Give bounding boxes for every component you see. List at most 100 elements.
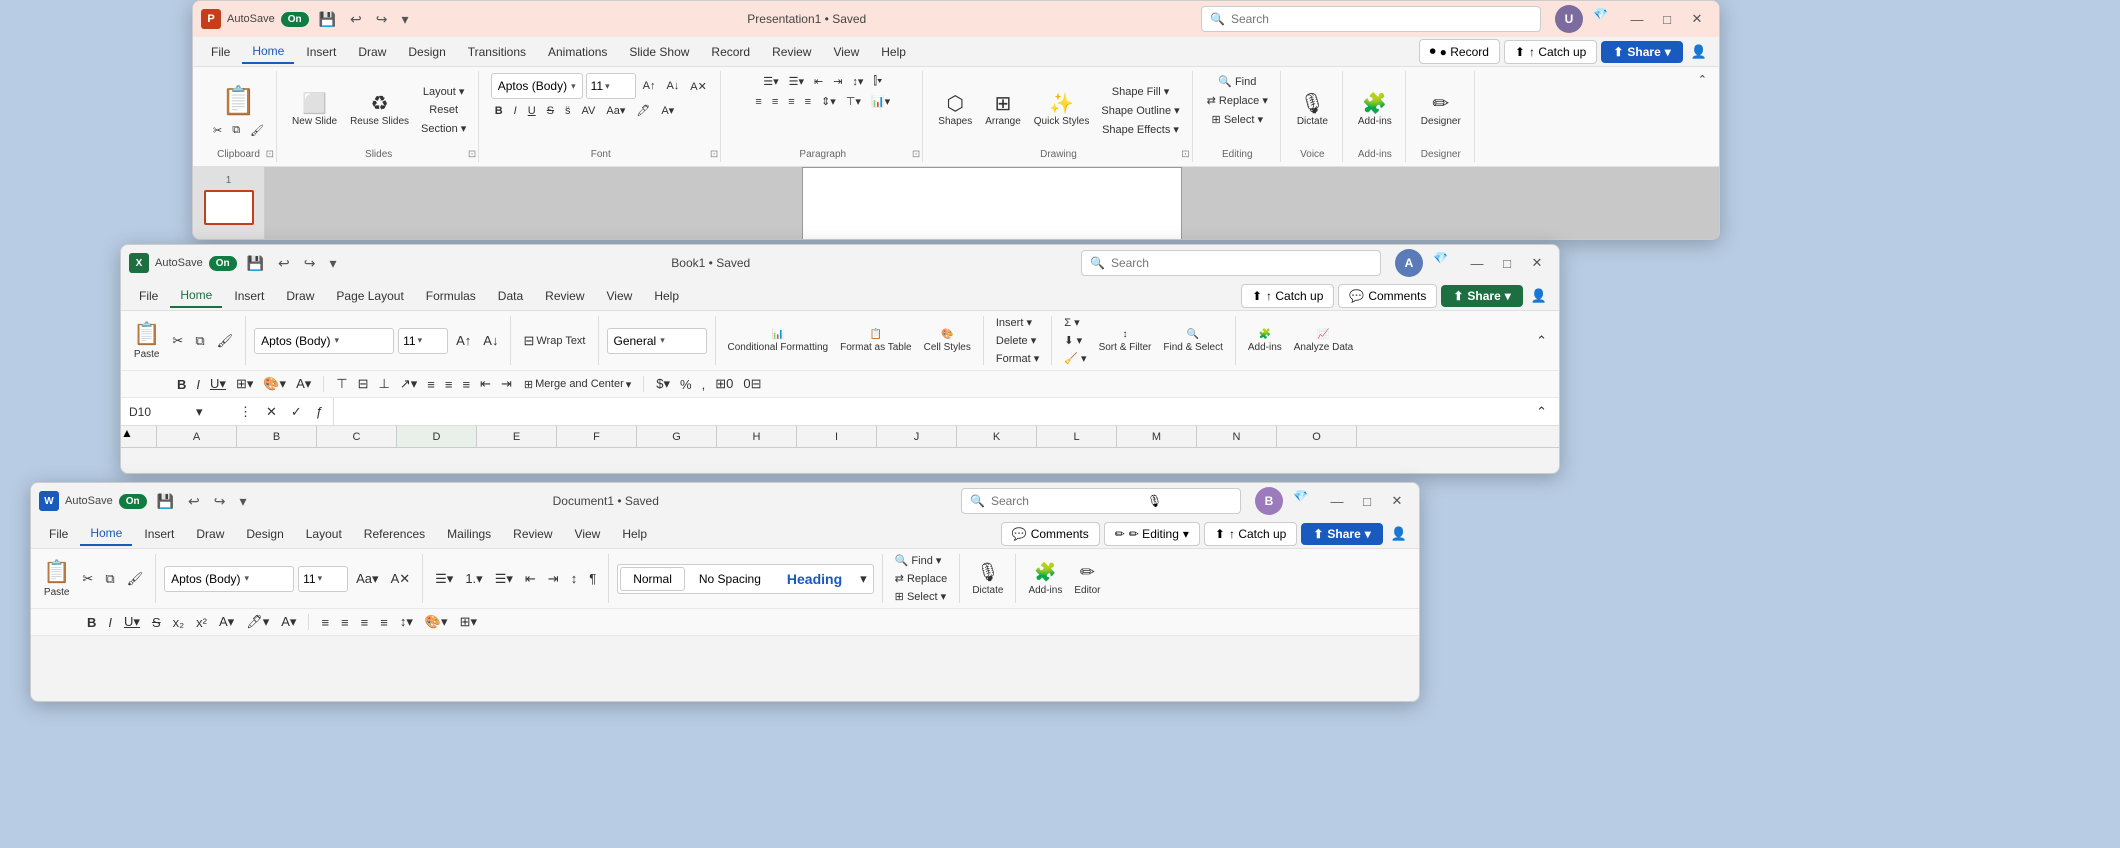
wd-paste-btn[interactable]: 📋Paste bbox=[39, 557, 74, 600]
wd-select-btn[interactable]: ⊞ Select ▾ bbox=[891, 588, 952, 605]
ppt-drawing-expand[interactable]: ⊡ bbox=[1181, 149, 1189, 160]
xl-more-btn[interactable]: ▾ bbox=[326, 253, 341, 274]
wd-undo-btn[interactable]: ↩ bbox=[184, 491, 204, 512]
ppt-text-dir-btn[interactable]: ⇕▾ bbox=[817, 93, 840, 110]
ppt-slide-thumb[interactable] bbox=[204, 190, 254, 225]
xl-sum-btn[interactable]: Σ ▾ bbox=[1060, 314, 1090, 331]
ppt-change-case-btn[interactable]: Aa▾ bbox=[602, 102, 629, 119]
ppt-menu-animations[interactable]: Animations bbox=[538, 41, 617, 63]
ppt-share-btn[interactable]: ⬆ Share ▾ bbox=[1601, 41, 1682, 63]
wd-font-color-btn2[interactable]: A▾ bbox=[215, 612, 238, 632]
xl-menu-data[interactable]: Data bbox=[488, 285, 533, 307]
xl-align-middle-btn[interactable]: ⊟ bbox=[354, 374, 373, 394]
wd-format-painter-btn[interactable]: 🖌 bbox=[123, 569, 148, 589]
xl-cell-ref[interactable]: D10 bbox=[129, 405, 189, 419]
wd-menu-file[interactable]: File bbox=[39, 523, 78, 545]
ppt-copy-btn[interactable]: ⧉ bbox=[228, 122, 244, 139]
wd-justify-btn[interactable]: ≡ bbox=[376, 613, 392, 632]
wd-menu-mailings[interactable]: Mailings bbox=[437, 523, 501, 545]
xl-menu-help[interactable]: Help bbox=[644, 285, 689, 307]
ppt-section-btn[interactable]: Section ▾ bbox=[417, 120, 470, 137]
ppt-replace-btn[interactable]: ⇄ Replace ▾ bbox=[1203, 92, 1272, 109]
wd-menu-view[interactable]: View bbox=[565, 523, 611, 545]
ppt-bold-btn[interactable]: B bbox=[491, 103, 507, 119]
wd-minimize-btn[interactable]: — bbox=[1323, 487, 1351, 515]
ppt-menu-file[interactable]: File bbox=[201, 41, 240, 63]
ppt-font-color-btn[interactable]: A▾ bbox=[657, 102, 678, 119]
wd-clear-format-btn[interactable]: A✕ bbox=[387, 569, 415, 589]
xl-fill-color-btn[interactable]: 🎨▾ bbox=[259, 374, 290, 394]
xl-undo-btn[interactable]: ↩ bbox=[274, 253, 294, 274]
ppt-justify-btn[interactable]: ≡ bbox=[801, 93, 815, 110]
xl-size-selector[interactable]: 11 ▾ bbox=[398, 328, 448, 354]
ppt-align-left-btn[interactable]: ≡ bbox=[751, 93, 765, 110]
ppt-catchup-btn[interactable]: ⬆ ↑ Catch up bbox=[1504, 40, 1597, 64]
xl-align-top-btn[interactable]: ⊤ bbox=[332, 374, 351, 394]
xl-align-center-btn[interactable]: ≡ bbox=[441, 375, 457, 394]
xl-dec-decimal-btn[interactable]: 0⊟ bbox=[739, 374, 765, 394]
xl-inc-size-btn[interactable]: A↑ bbox=[452, 331, 475, 350]
wd-align-right-btn[interactable]: ≡ bbox=[357, 613, 373, 632]
xl-comments-btn[interactable]: 💬 Comments bbox=[1338, 284, 1437, 308]
ppt-shadow-btn[interactable]: s̈ bbox=[561, 103, 575, 119]
ppt-menu-slideshow[interactable]: Slide Show bbox=[619, 41, 699, 63]
wd-superscript-btn[interactable]: x² bbox=[192, 613, 211, 632]
wd-autosave-toggle[interactable]: On bbox=[119, 494, 147, 509]
wd-dec-indent-btn[interactable]: ⇤ bbox=[521, 569, 540, 589]
wd-menu-references[interactable]: References bbox=[354, 523, 435, 545]
ppt-font-expand[interactable]: ⊡ bbox=[710, 149, 718, 160]
wd-menu-design[interactable]: Design bbox=[236, 523, 293, 545]
xl-conditional-formatting-btn[interactable]: 📊 Conditional Formatting bbox=[724, 327, 833, 355]
xl-addins-btn[interactable]: 🧩 Add-ins bbox=[1244, 327, 1286, 355]
ppt-menu-home[interactable]: Home bbox=[242, 40, 294, 64]
wd-font-selector[interactable]: Aptos (Body) ▾ bbox=[164, 566, 294, 592]
ppt-find-btn[interactable]: 🔍 Find bbox=[1214, 73, 1260, 90]
xl-dec-size-btn[interactable]: A↓ bbox=[479, 331, 502, 350]
xl-number-format-selector[interactable]: General ▾ bbox=[607, 328, 707, 354]
xl-align-right-btn[interactable]: ≡ bbox=[458, 375, 474, 394]
wd-bold-btn[interactable]: B bbox=[83, 613, 100, 632]
ppt-menu-insert[interactable]: Insert bbox=[296, 41, 346, 63]
ppt-canvas-area[interactable] bbox=[265, 167, 1719, 240]
wd-numbering-btn[interactable]: 1.▾ bbox=[461, 569, 486, 589]
xl-merge-center-btn[interactable]: ⊞ Merge and Center ▾ bbox=[520, 376, 635, 393]
xl-dollar-btn[interactable]: $▾ bbox=[652, 374, 674, 394]
wd-copy-btn[interactable]: ⧉ bbox=[101, 569, 118, 589]
ppt-italic-btn[interactable]: I bbox=[510, 103, 521, 119]
wd-share-btn[interactable]: ⬆ Share ▾ bbox=[1301, 523, 1382, 545]
ppt-dec-indent-btn[interactable]: ⇤ bbox=[810, 73, 827, 90]
ppt-underline-btn[interactable]: U bbox=[524, 103, 540, 119]
wd-styles-more-btn[interactable]: ▾ bbox=[856, 569, 871, 589]
ppt-align-text-btn[interactable]: ⊤▾ bbox=[842, 93, 865, 110]
ppt-redo-btn[interactable]: ↪ bbox=[372, 9, 392, 30]
ppt-inc-indent-btn[interactable]: ⇥ bbox=[829, 73, 846, 90]
wd-find-btn[interactable]: 🔍 Find ▾ bbox=[891, 552, 952, 569]
xl-italic-btn[interactable]: I bbox=[192, 375, 204, 394]
xl-redo-btn[interactable]: ↪ bbox=[300, 253, 320, 274]
wd-menu-home[interactable]: Home bbox=[80, 522, 132, 546]
xl-fill-btn[interactable]: ⬇ ▾ bbox=[1060, 332, 1090, 349]
xl-underline-btn[interactable]: U▾ bbox=[206, 374, 230, 394]
ppt-quick-styles-btn[interactable]: ✨ Quick Styles bbox=[1029, 91, 1095, 130]
wd-highlight-btn2[interactable]: 🖊▾ bbox=[242, 612, 273, 632]
wd-size-selector[interactable]: 11 ▾ bbox=[298, 566, 348, 592]
wd-show-marks-btn[interactable]: ¶ bbox=[585, 569, 600, 588]
ppt-format-painter-btn[interactable]: 🖌 bbox=[246, 122, 268, 139]
xl-formula-input[interactable] bbox=[340, 405, 1526, 419]
wd-menu-layout[interactable]: Layout bbox=[296, 523, 352, 545]
ppt-arrange-btn[interactable]: ⊞ Arrange bbox=[980, 91, 1026, 130]
wd-menu-review[interactable]: Review bbox=[503, 523, 562, 545]
xl-menu-formulas[interactable]: Formulas bbox=[416, 285, 486, 307]
ppt-para-expand[interactable]: ⊡ bbox=[912, 149, 920, 160]
ppt-char-spacing-btn[interactable]: AV bbox=[578, 103, 600, 119]
xl-analyze-data-btn[interactable]: 📈 Analyze Data bbox=[1290, 327, 1357, 355]
xl-menu-file[interactable]: File bbox=[129, 285, 168, 307]
xl-formula-cancel-btn[interactable]: ✕ bbox=[262, 402, 281, 422]
wd-menu-insert[interactable]: Insert bbox=[134, 523, 184, 545]
ppt-ribbon-collapse-btn[interactable]: ⌃ bbox=[1694, 71, 1711, 88]
ppt-slide[interactable] bbox=[802, 167, 1182, 240]
ppt-menu-review[interactable]: Review bbox=[762, 41, 821, 63]
wd-catchup-btn[interactable]: ⬆ ↑ Catch up bbox=[1204, 522, 1297, 546]
xl-menu-home[interactable]: Home bbox=[170, 284, 222, 308]
xl-formula-more-btn[interactable]: ⋮ bbox=[235, 402, 256, 422]
